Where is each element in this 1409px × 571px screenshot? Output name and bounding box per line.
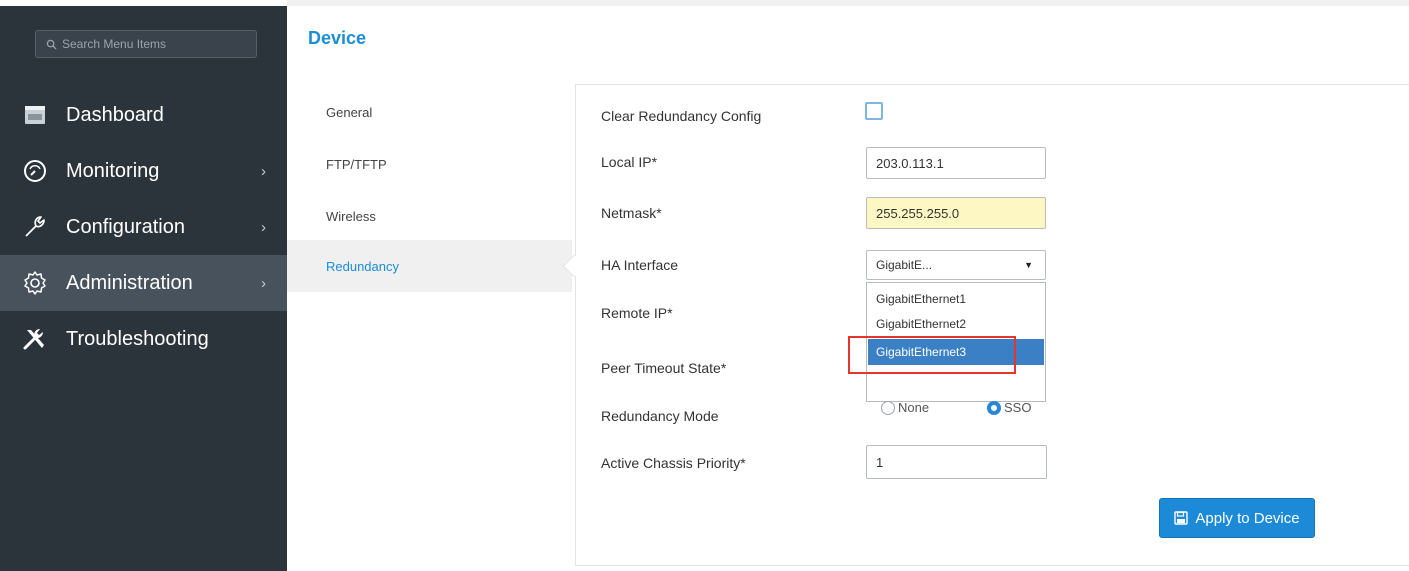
sidebar-item-administration[interactable]: Administration › — [0, 255, 287, 311]
redundancy-mode-none[interactable]: None — [881, 400, 929, 415]
chevron-right-icon: › — [261, 162, 266, 180]
sidebar-item-configuration[interactable]: Configuration › — [0, 199, 287, 255]
netmask-input[interactable]: 255.255.255.0 — [866, 197, 1046, 229]
search-icon — [46, 39, 57, 50]
subnav-item-redundancy[interactable]: Redundancy — [287, 240, 572, 292]
sidebar-item-label: Monitoring — [66, 159, 160, 182]
ha-interface-option[interactable]: GigabitEthernet1 — [868, 286, 1044, 312]
active-chassis-priority-label: Active Chassis Priority* — [601, 455, 746, 471]
sidebar-item-label: Dashboard — [66, 103, 164, 126]
redundancy-mode-sso[interactable]: SSO — [987, 400, 1031, 415]
ha-interface-option[interactable]: GigabitEthernet2 — [868, 311, 1044, 337]
annotation-highlight-box — [848, 336, 1016, 374]
apply-to-device-button[interactable]: Apply to Device — [1159, 498, 1315, 538]
sidebar-item-label: Configuration — [66, 215, 185, 238]
subnav-item-wireless[interactable]: Wireless — [287, 190, 572, 242]
redundancy-mode-sso-label: SSO — [1004, 400, 1032, 415]
sidebar-top-strip — [0, 0, 287, 6]
radio-unchecked-icon[interactable] — [881, 400, 895, 415]
search-placeholder: Search Menu Items — [62, 37, 167, 51]
sidebar-item-troubleshooting[interactable]: Troubleshooting — [0, 311, 287, 367]
radio-checked-icon[interactable] — [987, 400, 1001, 415]
local-ip-input[interactable]: 203.0.113.1 — [866, 147, 1046, 179]
gear-icon — [22, 270, 48, 296]
wrench-icon — [22, 214, 48, 240]
search-menu-input[interactable]: Search Menu Items — [35, 30, 257, 58]
ha-interface-label: HA Interface — [601, 257, 679, 273]
top-border — [287, 0, 1409, 6]
save-icon — [1174, 511, 1189, 525]
active-chassis-priority-input[interactable]: 1 — [866, 445, 1047, 479]
clear-redundancy-label: Clear Redundancy Config — [601, 108, 762, 124]
redundancy-mode-label: Redundancy Mode — [601, 408, 719, 424]
dashboard-icon — [22, 102, 48, 128]
ha-interface-selected-value: GigabitE... — [876, 258, 933, 272]
apply-button-label: Apply to Device — [1195, 509, 1300, 527]
netmask-label: Netmask* — [601, 205, 662, 221]
ha-interface-select[interactable]: GigabitE... ▼ — [866, 250, 1046, 280]
caret-down-icon: ▼ — [1024, 260, 1033, 270]
page-title: Device — [308, 28, 367, 48]
chevron-right-icon: › — [261, 218, 266, 236]
chevron-right-icon: › — [261, 274, 266, 292]
redundancy-mode-none-label: None — [898, 400, 930, 415]
sidebar: Search Menu Items Dashboard Monitoring ›… — [0, 0, 287, 571]
remote-ip-label: Remote IP* — [601, 305, 673, 321]
sidebar-item-label: Administration — [66, 271, 193, 294]
local-ip-label: Local IP* — [601, 154, 658, 170]
peer-timeout-label: Peer Timeout State* — [601, 360, 727, 376]
sidebar-item-label: Troubleshooting — [66, 327, 209, 350]
sidebar-item-dashboard[interactable]: Dashboard — [0, 87, 287, 143]
subnav-item-ftp-tftp[interactable]: FTP/TFTP — [287, 138, 572, 190]
sidebar-item-monitoring[interactable]: Monitoring › — [0, 143, 287, 199]
subnav-item-general[interactable]: General — [287, 86, 572, 138]
gauge-icon — [22, 158, 48, 184]
tools-icon — [22, 326, 48, 352]
clear-redundancy-checkbox[interactable] — [865, 102, 883, 120]
